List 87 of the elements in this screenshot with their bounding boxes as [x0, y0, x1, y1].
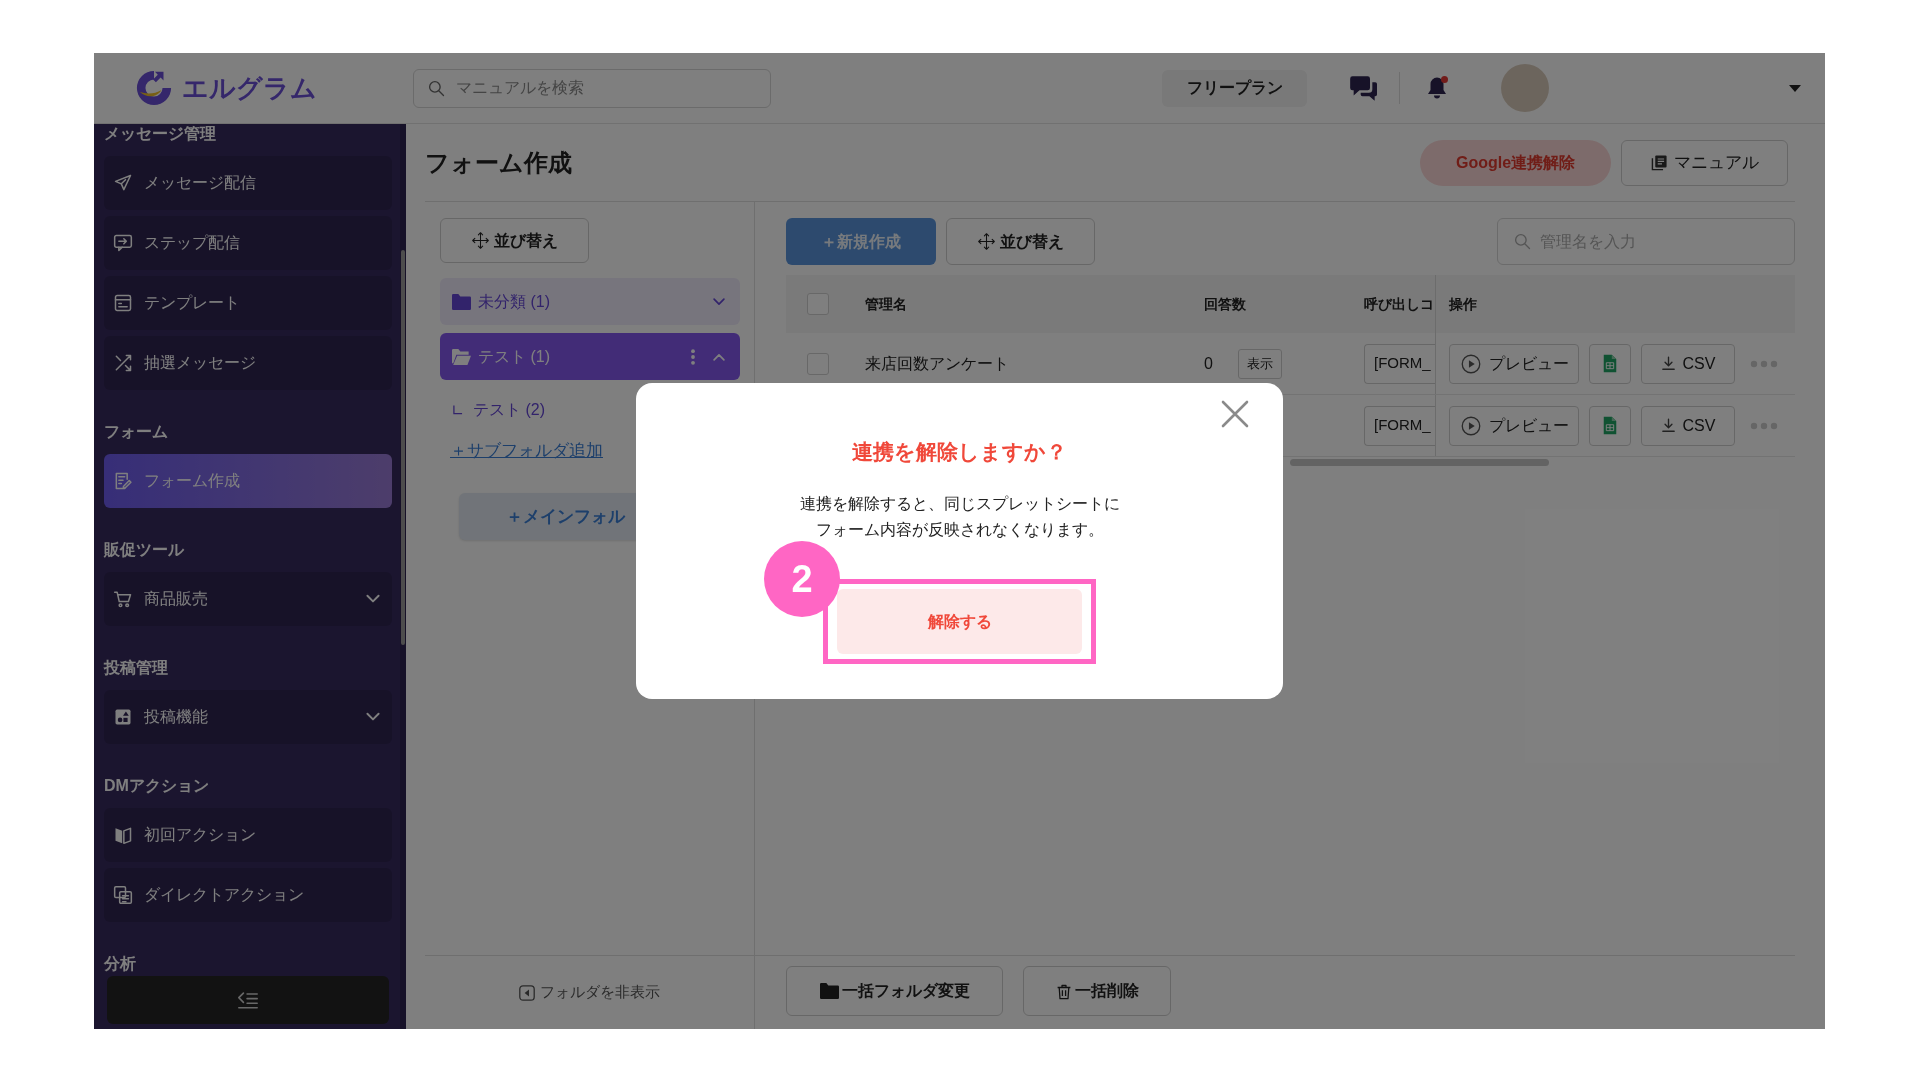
manual-button[interactable]: マニュアル [1621, 139, 1788, 186]
logo-text: エルグラム [182, 71, 317, 105]
document-stack-icon [1650, 154, 1668, 171]
close-icon[interactable] [1221, 400, 1249, 428]
show-button[interactable]: 表示 [1237, 348, 1282, 379]
sidebar-item[interactable]: テンプレート [104, 276, 392, 330]
sidebar-item[interactable]: メッセージ配信 [104, 156, 392, 210]
trash-icon [1055, 982, 1072, 1000]
folder-icon [452, 293, 471, 310]
search-icon [427, 78, 445, 97]
play-circle-icon [1461, 415, 1481, 436]
plan-badge[interactable]: フリープラン [1162, 69, 1307, 107]
spreadsheet-button[interactable] [1589, 405, 1631, 446]
section-heading: DMアクション [104, 776, 210, 796]
dialog-title: 連携を解除しますか？ [852, 439, 1067, 465]
sidebar-item[interactable]: 抽選メッセージ [104, 336, 392, 390]
response-count: 0 [1204, 353, 1213, 374]
shortcode-field[interactable]: [FORM_ [1364, 405, 1435, 446]
preview-button[interactable]: プレビュー [1449, 405, 1579, 446]
open-folder-icon [452, 348, 471, 365]
sidebar-item[interactable]: ステップ配信 [104, 216, 392, 270]
spreadsheet-icon [1603, 416, 1617, 435]
section-heading: メッセージ管理 [104, 124, 217, 144]
unlink-confirm-button[interactable]: 解除する [837, 589, 1082, 654]
sidebar-item[interactable]: 初回アクション [104, 808, 392, 862]
sidebar-item[interactable]: ダイレクトアクション [104, 868, 392, 922]
cart-icon [113, 589, 133, 609]
chat-arrow-icon [113, 233, 133, 253]
book-icon [113, 825, 133, 845]
scrollbar-thumb[interactable] [1290, 459, 1549, 466]
collapse-sidebar-icon [237, 990, 259, 1010]
play-circle-icon [1461, 353, 1481, 374]
more-options-icon[interactable] [1750, 359, 1778, 368]
shuffle-icon [113, 353, 133, 373]
section-heading: 販促ツール [104, 540, 185, 560]
shortcode-field[interactable]: [FORM_ [1364, 343, 1435, 384]
folder-item[interactable]: テスト (1) [440, 333, 740, 380]
form-name: 来店回数アンケート [865, 353, 1009, 374]
dialog-message: 連携を解除すると、同じスプレットシートに [799, 494, 1120, 514]
page-title: フォーム作成 [425, 147, 573, 178]
sort-button[interactable]: 並び替え [440, 218, 589, 263]
column-header: 呼び出しコ [1364, 294, 1434, 314]
tree-branch-icon [453, 405, 463, 415]
search-icon [1513, 232, 1531, 250]
sidebar-collapse-button[interactable] [107, 976, 389, 1024]
template-icon [113, 293, 133, 313]
form-edit-icon [113, 471, 133, 491]
column-header: 回答数 [1204, 294, 1246, 314]
sidebar-item[interactable]: 投稿機能 [104, 690, 392, 744]
folder-item[interactable]: 未分類 (1) [440, 278, 740, 325]
move-arrows-icon [471, 232, 489, 249]
step-badge: 2 [764, 541, 840, 617]
download-icon [1660, 418, 1676, 433]
section-heading: フォーム [104, 422, 169, 442]
spreadsheet-button[interactable] [1589, 343, 1631, 384]
column-header: 操作 [1449, 294, 1477, 314]
download-icon [1660, 356, 1676, 371]
media-icon [113, 707, 133, 727]
chat-bubbles-icon [1349, 75, 1377, 101]
collapse-panel-icon [519, 984, 535, 1001]
kebab-menu-icon [690, 348, 696, 365]
copy-icon [113, 885, 133, 905]
sidebar-item[interactable]: フォーム作成 [104, 454, 392, 508]
bulk-delete-button[interactable]: 一括削除 [1023, 966, 1171, 1016]
dialog-message: フォーム内容が反映されなくなります。 [815, 520, 1104, 540]
more-options-icon[interactable] [1750, 421, 1778, 430]
section-heading: 投稿管理 [104, 658, 169, 678]
avatar[interactable] [1501, 64, 1549, 112]
folder-icon [819, 983, 839, 999]
logo-icon [135, 69, 173, 107]
send-icon [113, 173, 133, 193]
bulk-move-button[interactable]: 一括フォルダ変更 [786, 966, 1003, 1016]
section-heading: 分析 [104, 954, 137, 974]
add-subfolder-link[interactable]: ＋サブフォルダ追加 [450, 440, 603, 462]
sort-button[interactable]: 並び替え [946, 218, 1095, 265]
spreadsheet-icon [1603, 354, 1617, 373]
sidebar-item[interactable]: 商品販売 [104, 572, 392, 626]
bell-icon [1425, 76, 1449, 100]
column-header: 管理名 [865, 294, 907, 314]
csv-download-button[interactable]: CSV [1641, 405, 1735, 446]
preview-button[interactable]: プレビュー [1449, 343, 1579, 384]
scrollbar-thumb[interactable] [401, 250, 405, 645]
hide-folders-button[interactable]: フォルダを非表示 [519, 981, 660, 1004]
subfolder-item[interactable]: テスト (2) [440, 400, 545, 420]
caret-down-icon [1789, 84, 1801, 92]
csv-download-button[interactable]: CSV [1641, 343, 1735, 384]
move-arrows-icon [977, 233, 995, 250]
